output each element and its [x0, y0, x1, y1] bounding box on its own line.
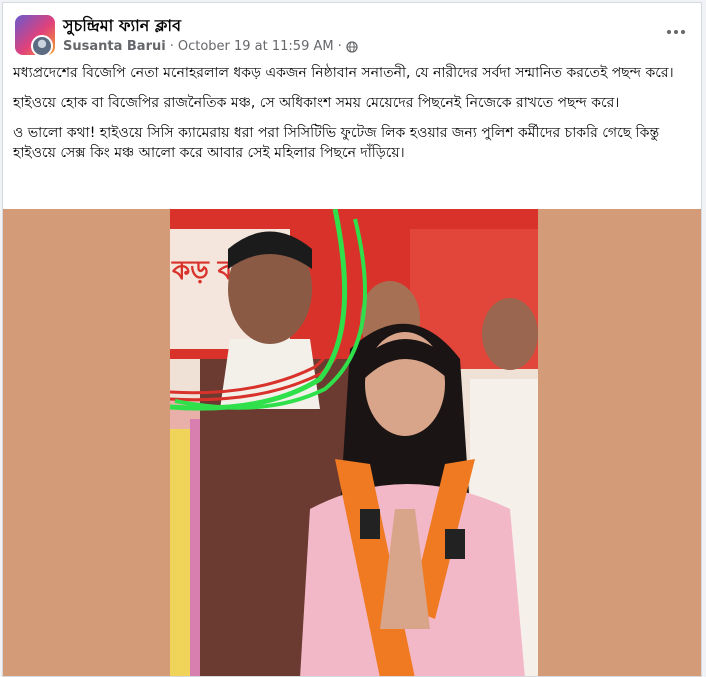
post-timestamp[interactable]: October 19 at 11:59 AM: [178, 39, 334, 54]
post-paragraph-2: হাইওয়ে হোক বা বিজেপির রাজনৈতিক মঞ্চ, সে…: [13, 95, 620, 111]
meta-separator: ·: [169, 39, 174, 54]
post-header: সুচন্দ্রিমা ফ্যান ক্লাব Susanta Barui · …: [3, 3, 701, 61]
post-paragraph-3: ও ভালো কথা! হাইওয়ে সিসি ক্যামেরায় ধরা …: [13, 125, 660, 161]
post-text: মধ্যপ্রদেশের বিজেপি নেতা মনোহরলাল ধকড় এ…: [13, 63, 693, 173]
meta-separator-2: ·: [337, 39, 342, 54]
more-options-button[interactable]: [663, 21, 689, 43]
post-photo[interactable]: কড় ব: [170, 209, 538, 676]
post-card: সুচন্দ্রিমা ফ্যান ক্লাব Susanta Barui · …: [2, 2, 702, 677]
author-name-link[interactable]: Susanta Barui: [63, 39, 166, 54]
banner-text: কড় ব: [171, 256, 234, 286]
more-options-icon: [667, 30, 671, 34]
post-paragraph-1: মধ্যপ্রদেশের বিজেপি নেতা মনোহরলাল ধকড় এ…: [13, 65, 674, 81]
author-avatar[interactable]: [31, 35, 53, 57]
post-photo-container[interactable]: কড় ব: [3, 209, 701, 676]
post-meta: Susanta Barui · October 19 at 11:59 AM ·: [63, 39, 358, 54]
page-name-link[interactable]: সুচন্দ্রিমা ফ্যান ক্লাব: [63, 13, 181, 40]
photo-illustration: কড় ব: [170, 209, 538, 676]
globe-icon[interactable]: [346, 40, 358, 53]
